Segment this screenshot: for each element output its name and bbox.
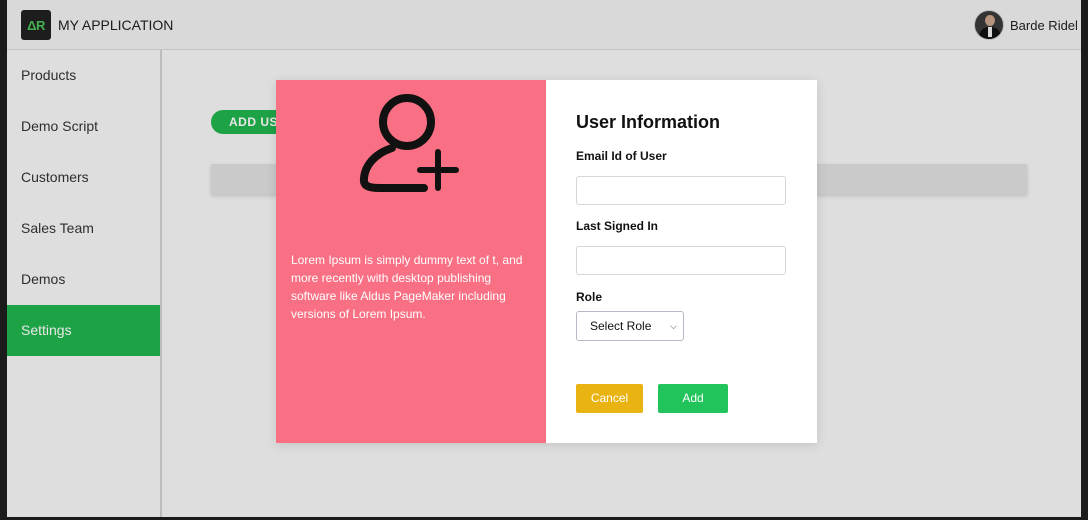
user-info-modal: Lorem Ipsum is simply dummy text of t, a… xyxy=(276,80,817,443)
modal-description: Lorem Ipsum is simply dummy text of t, a… xyxy=(291,253,523,321)
add-button[interactable]: Add xyxy=(658,384,728,413)
cancel-button[interactable]: Cancel xyxy=(576,384,643,413)
modal-form: User Information Email Id of User Last S… xyxy=(546,80,817,443)
modal-side-panel: Lorem Ipsum is simply dummy text of t, a… xyxy=(276,80,546,443)
role-select[interactable]: Select Role ⌵ xyxy=(576,311,684,341)
modal-title: User Information xyxy=(576,112,721,132)
user-add-icon xyxy=(359,94,459,192)
chevron-down-icon: ⌵ xyxy=(670,321,677,331)
email-label: Email Id of User xyxy=(576,149,667,163)
last-signed-label: Last Signed In xyxy=(576,219,659,233)
last-signed-field[interactable] xyxy=(576,246,786,275)
role-label: Role xyxy=(576,290,603,304)
app-window: ΔR MY APPLICATION Barde Ridel Products D… xyxy=(7,0,1081,517)
email-field[interactable] xyxy=(576,176,786,205)
role-select-value: Select Role xyxy=(590,319,652,333)
